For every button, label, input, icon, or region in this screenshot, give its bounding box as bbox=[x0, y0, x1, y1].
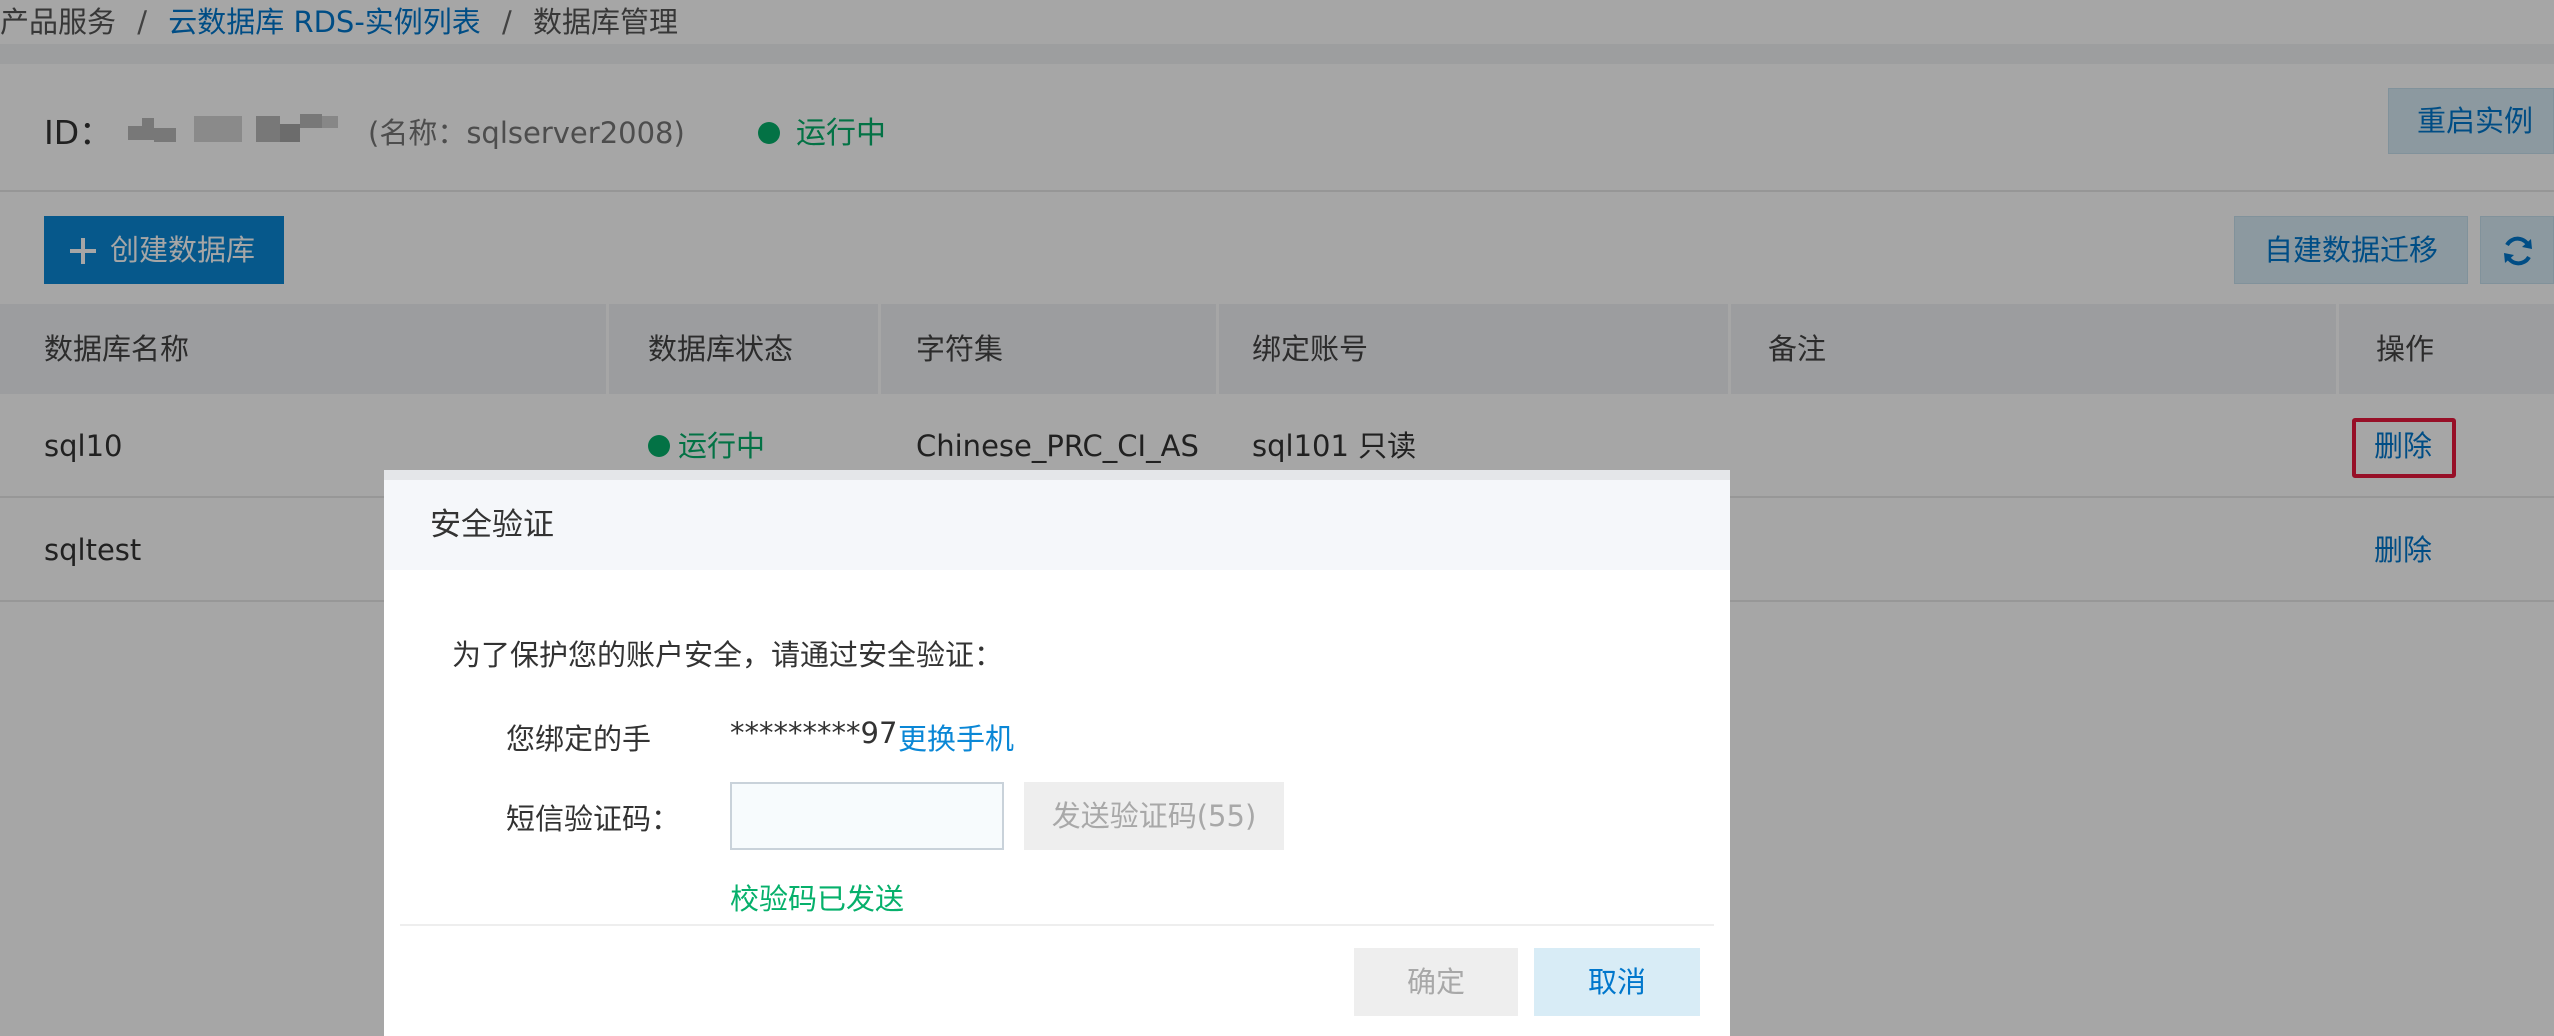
bound-phone-value: *********97 bbox=[730, 716, 898, 750]
code-sent-message: 校验码已发送 bbox=[730, 882, 905, 916]
dialog-intro-text: 为了保护您的账户安全，请通过安全验证： bbox=[452, 638, 1004, 672]
dialog-footer-divider bbox=[400, 924, 1714, 926]
send-code-button[interactable]: 发送验证码(55) bbox=[1024, 782, 1284, 850]
cancel-button[interactable]: 取消 bbox=[1534, 948, 1700, 1016]
dialog-header: 安全验证 bbox=[384, 480, 1730, 570]
sms-code-input[interactable] bbox=[730, 782, 1004, 850]
sms-code-label: 短信验证码： bbox=[506, 802, 681, 836]
change-phone-link[interactable]: 更换手机 bbox=[898, 716, 1014, 758]
dialog-title: 安全验证 bbox=[430, 507, 554, 543]
confirm-button[interactable]: 确定 bbox=[1354, 948, 1518, 1016]
security-verification-dialog: 安全验证 为了保护您的账户安全，请通过安全验证： 您绑定的手 *********… bbox=[384, 470, 1730, 1036]
bound-phone-label: 您绑定的手 bbox=[506, 722, 652, 756]
dialog-top-border bbox=[384, 470, 1730, 480]
